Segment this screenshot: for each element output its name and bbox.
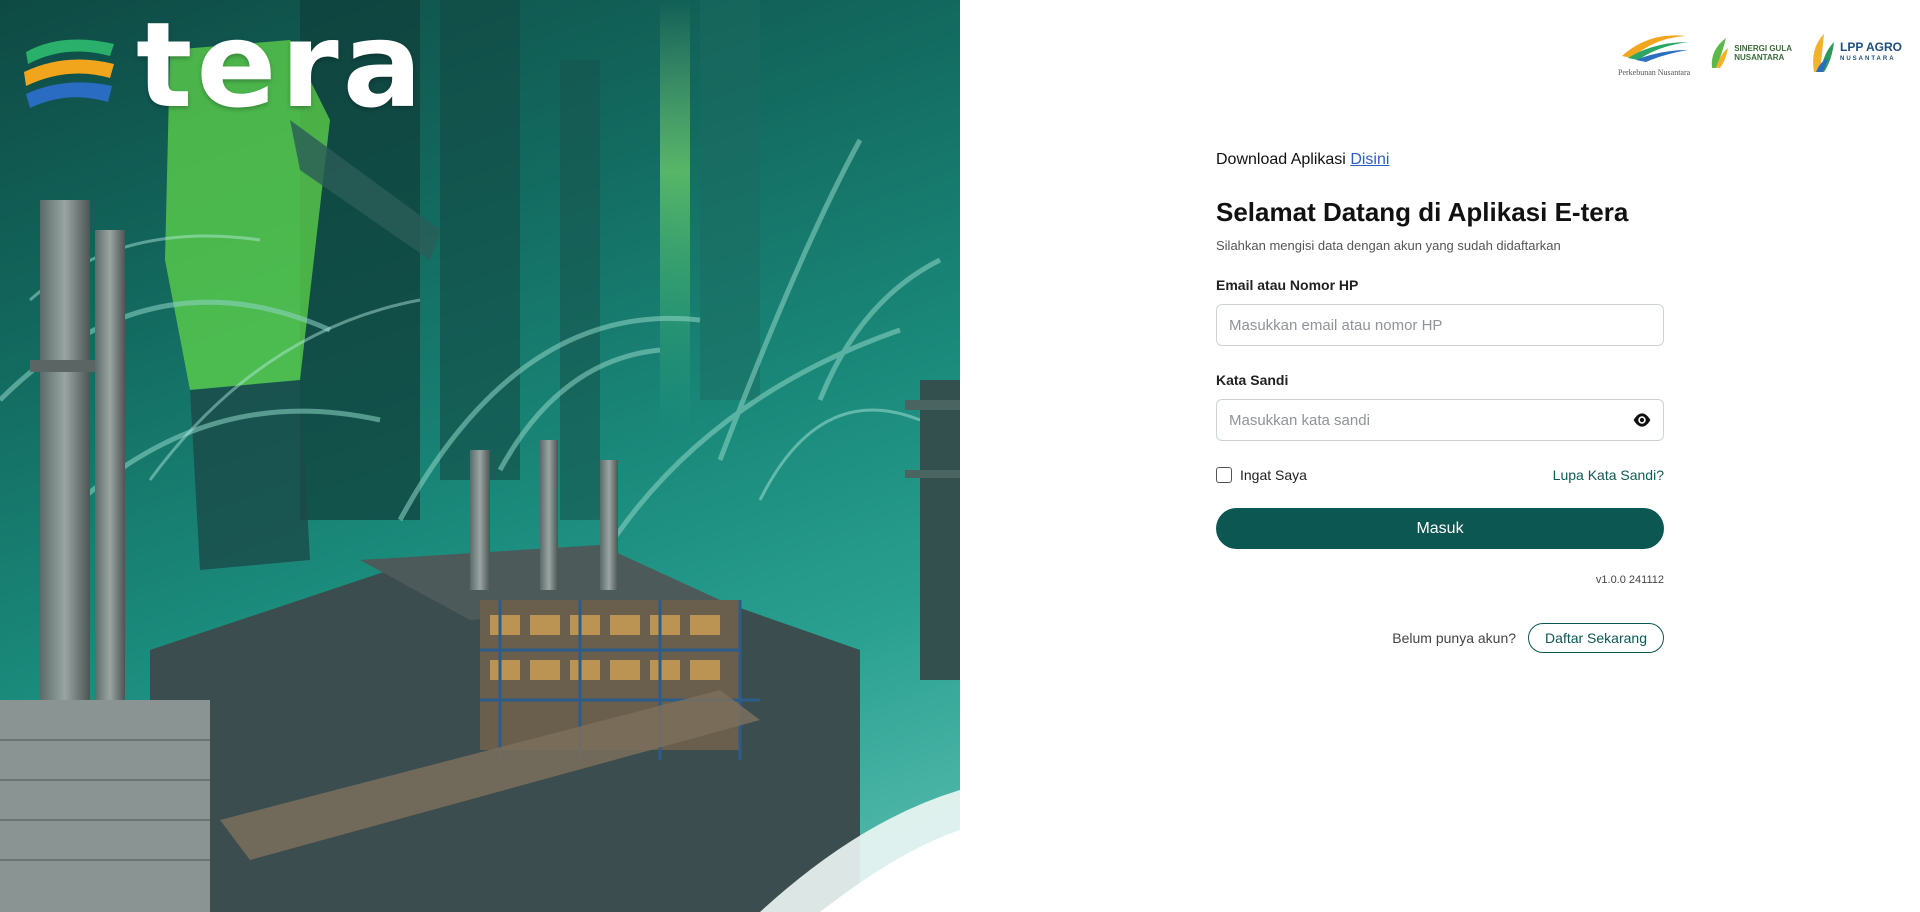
eye-icon[interactable] xyxy=(1632,411,1652,429)
password-field[interactable] xyxy=(1216,399,1664,441)
remember-label: Ingat Saya xyxy=(1240,467,1307,483)
login-button[interactable]: Masuk xyxy=(1216,508,1664,549)
sgn-leaf-icon xyxy=(1711,37,1729,68)
etera-wave-mark-icon xyxy=(24,39,114,108)
lpp-line1: LPP AGRO xyxy=(1839,39,1902,54)
download-link[interactable]: Disini xyxy=(1350,151,1389,168)
email-field-wrap xyxy=(1216,304,1664,346)
form-options: Ingat Saya Lupa Kata Sandi? xyxy=(1216,467,1664,483)
ptpn-logo: Perkebunan Nusantara xyxy=(1618,28,1690,77)
forgot-password-link[interactable]: Lupa Kata Sandi? xyxy=(1553,467,1664,483)
etera-wordmark: tera xyxy=(136,0,427,134)
sgn-logo: SINERGI GULA NUSANTARA xyxy=(1708,36,1792,70)
sgn-line2: NUSANTARA xyxy=(1734,52,1785,62)
partner-logos: Perkebunan Nusantara SINERGI GULA NUSANT… xyxy=(1618,28,1902,77)
email-label: Email atau Nomor HP xyxy=(1216,277,1359,293)
etera-logo: tera xyxy=(22,6,426,124)
sgn-line1: SINERGI GULA xyxy=(1734,43,1792,53)
remember-checkbox[interactable] xyxy=(1216,467,1232,483)
password-label: Kata Sandi xyxy=(1216,372,1289,388)
ptpn-caption: Perkebunan Nusantara xyxy=(1618,68,1691,77)
email-field[interactable] xyxy=(1216,304,1664,346)
download-text: Download Aplikasi xyxy=(1216,151,1346,168)
lpp-leaf-icon xyxy=(1813,33,1834,72)
page-title: Selamat Datang di Aplikasi E-tera xyxy=(1216,197,1629,227)
register-question: Belum punya akun? xyxy=(1392,630,1517,646)
register-button[interactable]: Daftar Sekarang xyxy=(1528,623,1664,653)
version-text: v1.0.0 241112 xyxy=(1595,574,1664,586)
download-line: Download Aplikasi Disini xyxy=(1216,151,1664,169)
password-field-wrap xyxy=(1216,399,1664,441)
page-subtitle: Silahkan mengisi data dengan akun yang s… xyxy=(1216,238,1561,253)
register-row: Belum punya akun? Daftar Sekarang xyxy=(1216,623,1664,653)
ptpn-swoosh-icon xyxy=(1622,35,1689,62)
factory-illustration xyxy=(0,0,960,912)
login-form: Download Aplikasi Disini Selamat Datang … xyxy=(1216,151,1664,653)
lpp-line2: NUSANTARA xyxy=(1839,55,1896,62)
remember-me[interactable]: Ingat Saya xyxy=(1216,467,1307,483)
hero-image: tera xyxy=(0,0,960,912)
lpp-agro-logo: LPP AGRO NUSANTARA xyxy=(1810,32,1902,74)
